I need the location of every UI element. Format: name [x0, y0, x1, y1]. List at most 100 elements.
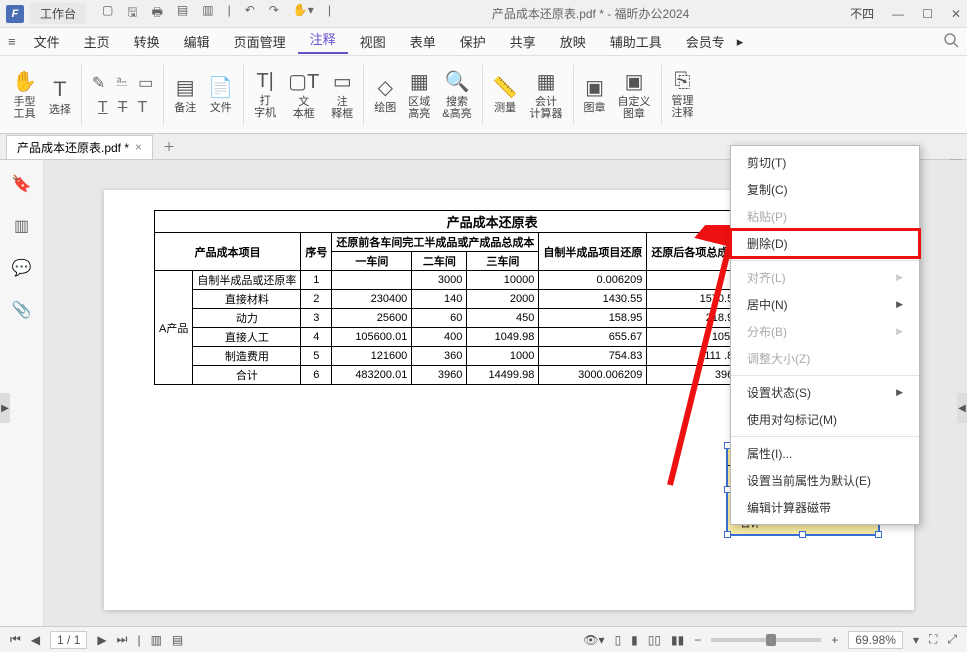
- search-icon[interactable]: [943, 32, 959, 51]
- tool-measure[interactable]: 📏测量: [487, 60, 524, 129]
- zoom-dropdown-icon[interactable]: ▾: [913, 633, 919, 647]
- menu-page-mgmt[interactable]: 页面管理: [222, 32, 298, 51]
- menu-view[interactable]: 视图: [348, 32, 398, 51]
- single-page-icon[interactable]: ▯: [615, 633, 622, 647]
- tool-area-highlight[interactable]: ▦区域 高亮: [402, 60, 436, 129]
- ribbon: ✋手型 工具 Ｔ选择 ✎⎁▭ TTT ▤备注 📄文件 T|打 字机 ▢T文 本框…: [0, 56, 967, 134]
- bookmark-icon[interactable]: 🔖: [12, 174, 32, 194]
- hand-icon[interactable]: ✋▾: [293, 3, 314, 24]
- tool-annot-box[interactable]: ▭注 释框: [325, 60, 359, 129]
- table-title: 产品成本还原表: [155, 211, 830, 233]
- zoom-value[interactable]: 69.98%: [848, 631, 903, 649]
- menu-home[interactable]: 主页: [72, 32, 122, 51]
- menu-accessibility[interactable]: 辅助工具: [598, 32, 674, 51]
- resize-handle[interactable]: [799, 531, 806, 538]
- save-icon[interactable]: 🖫: [127, 3, 137, 24]
- fit-icon[interactable]: ⤢: [947, 632, 957, 647]
- menu-overflow[interactable]: ▸: [737, 34, 744, 50]
- zoom-slider[interactable]: [711, 638, 821, 642]
- caret-icon[interactable]: T: [137, 99, 147, 117]
- quick-access: ▢ 🖫 🖶 ▤ ▥ | ↶ ↷ ✋▾ |: [102, 3, 331, 24]
- continuous-icon[interactable]: ▮: [631, 633, 638, 647]
- open-icon[interactable]: ▢: [102, 3, 113, 24]
- add-tab-icon[interactable]: ＋: [163, 138, 175, 155]
- menu-protect[interactable]: 保护: [448, 32, 498, 51]
- resize-handle[interactable]: [724, 531, 731, 538]
- menu-member[interactable]: 会员专: [674, 32, 737, 51]
- cost-table: 产品成本还原表 产品成本项目 序号 还原前各车间完工半成品或产成品总成本 自制半…: [154, 210, 830, 385]
- menubar: ≡ 文件 主页 转换 编辑 页面管理 注释 视图 表单 保护 共享 放映 辅助工…: [0, 28, 967, 56]
- ctx-resize: 调整大小(Z): [731, 345, 919, 372]
- print-icon[interactable]: 🖶: [152, 3, 163, 24]
- tool-manage-annot[interactable]: ⎘管理 注释: [666, 60, 700, 129]
- squiggly-icon[interactable]: T: [98, 99, 108, 117]
- menu-annotate[interactable]: 注释: [298, 29, 348, 54]
- tool-file[interactable]: 📄文件: [202, 60, 239, 129]
- comment-icon[interactable]: 💬: [12, 258, 32, 278]
- tool-custom-stamp[interactable]: ▣自定义 图章: [612, 60, 657, 129]
- doc-tab-label: 产品成本还原表.pdf *: [17, 139, 129, 156]
- collapse-left[interactable]: ▶: [0, 393, 10, 423]
- zoom-in-icon[interactable]: +: [831, 633, 838, 647]
- ctx-cut[interactable]: 剪切(T): [731, 149, 919, 176]
- ctx-copy[interactable]: 复制(C): [731, 176, 919, 203]
- tool-typewriter[interactable]: T|打 字机: [248, 60, 282, 129]
- first-page-icon[interactable]: ⏮: [10, 632, 21, 647]
- zoom-out-icon[interactable]: −: [694, 633, 701, 647]
- tool-accounting-calc[interactable]: ▦会计 计算器: [524, 60, 569, 129]
- prev-page-icon[interactable]: ◀: [31, 633, 40, 647]
- next-page-icon[interactable]: ▶: [97, 633, 106, 647]
- layout2-icon[interactable]: ▤: [172, 633, 183, 647]
- tool-textbox[interactable]: ▢T文 本框: [282, 60, 325, 129]
- two-cont-icon[interactable]: ▮▮: [671, 633, 684, 647]
- strike-icon[interactable]: ▭: [138, 73, 153, 93]
- layout-icon[interactable]: ▥: [151, 633, 162, 647]
- menu-file[interactable]: 文件: [22, 32, 72, 51]
- tool-draw[interactable]: ◇绘图: [368, 60, 402, 129]
- workspace-tab[interactable]: 工作台: [30, 3, 86, 24]
- menu-slideshow[interactable]: 放映: [548, 32, 598, 51]
- ctx-edit-tape[interactable]: 编辑计算器磁带: [731, 494, 919, 521]
- menu-share[interactable]: 共享: [498, 32, 548, 51]
- ctx-center[interactable]: 居中(N): [731, 291, 919, 318]
- pages-icon[interactable]: ▥: [14, 216, 29, 236]
- doc-icon[interactable]: ▤: [177, 3, 188, 24]
- strike2-icon[interactable]: T: [118, 99, 128, 117]
- minimize-icon[interactable]: —: [892, 7, 904, 21]
- menu-convert[interactable]: 转换: [122, 32, 172, 51]
- ctx-delete[interactable]: 删除(D): [731, 230, 919, 257]
- view-mode-icon[interactable]: 👁▾: [583, 633, 604, 647]
- highlight-icon[interactable]: ✎: [92, 73, 105, 93]
- maximize-icon[interactable]: ☐: [922, 7, 933, 21]
- page-indicator[interactable]: 1 / 1: [50, 631, 87, 649]
- redo-icon[interactable]: ↷: [269, 3, 279, 24]
- tool-select[interactable]: Ｔ选择: [43, 60, 77, 129]
- ctx-set-default[interactable]: 设置当前属性为默认(E): [731, 467, 919, 494]
- tool-note[interactable]: ▤备注: [168, 60, 202, 129]
- ctx-set-state[interactable]: 设置状态(S): [731, 379, 919, 406]
- underline-icon[interactable]: ⎁: [115, 73, 128, 93]
- tool-hand[interactable]: ✋手型 工具: [6, 60, 43, 129]
- resize-handle[interactable]: [875, 531, 882, 538]
- collapse-right[interactable]: ◀: [957, 393, 967, 423]
- undo-icon[interactable]: ↶: [245, 3, 255, 24]
- user-name[interactable]: 不四: [850, 5, 874, 22]
- close-tab-icon[interactable]: ×: [135, 140, 142, 154]
- hamburger-icon[interactable]: ≡: [8, 34, 16, 49]
- close-icon[interactable]: ✕: [951, 7, 961, 21]
- ctx-properties[interactable]: 属性(I)...: [731, 440, 919, 467]
- doc2-icon[interactable]: ▥: [202, 3, 213, 24]
- attach-icon[interactable]: 📎: [12, 300, 32, 320]
- tool-search-highlight[interactable]: 🔍搜索 &高亮: [436, 60, 477, 129]
- doc-tab-active[interactable]: 产品成本还原表.pdf * ×: [6, 135, 153, 159]
- ctx-checkmark[interactable]: 使用对勾标记(M): [731, 406, 919, 433]
- fullscreen-icon[interactable]: ⛶: [929, 632, 937, 647]
- two-page-icon[interactable]: ▯▯: [648, 633, 661, 647]
- last-page-icon[interactable]: ⏭: [117, 632, 128, 647]
- sep: |: [228, 3, 231, 24]
- menu-edit[interactable]: 编辑: [172, 32, 222, 51]
- tool-stamp[interactable]: ▣图章: [578, 60, 612, 129]
- ctx-distribute: 分布(B): [731, 318, 919, 345]
- ctx-paste: 粘贴(P): [731, 203, 919, 230]
- menu-form[interactable]: 表单: [398, 32, 448, 51]
